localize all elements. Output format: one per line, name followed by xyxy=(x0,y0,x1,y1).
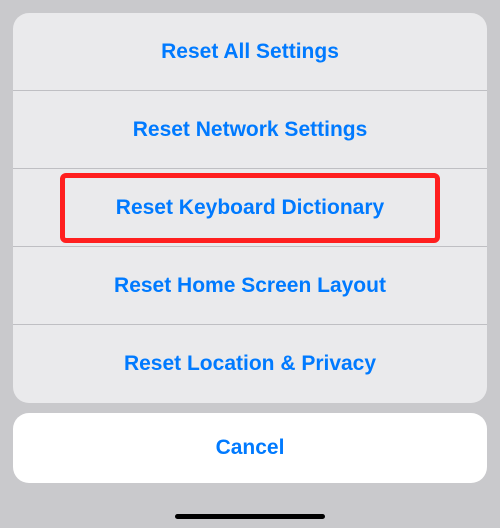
home-indicator[interactable] xyxy=(175,514,325,519)
highlighted-option-wrap: Reset Keyboard Dictionary xyxy=(13,169,487,247)
cancel-container: Cancel xyxy=(13,413,487,483)
reset-action-sheet: Reset All Settings Reset Network Setting… xyxy=(13,13,487,403)
option-label: Reset All Settings xyxy=(161,40,339,64)
reset-home-screen-layout-button[interactable]: Reset Home Screen Layout xyxy=(13,247,487,325)
cancel-label: Cancel xyxy=(216,436,285,460)
option-label: Reset Location & Privacy xyxy=(124,352,376,376)
reset-network-settings-button[interactable]: Reset Network Settings xyxy=(13,91,487,169)
option-label: Reset Home Screen Layout xyxy=(114,274,386,298)
reset-all-settings-button[interactable]: Reset All Settings xyxy=(13,13,487,91)
reset-location-privacy-button[interactable]: Reset Location & Privacy xyxy=(13,325,487,403)
reset-keyboard-dictionary-button[interactable]: Reset Keyboard Dictionary xyxy=(13,169,487,247)
option-label: Reset Network Settings xyxy=(133,118,368,142)
option-label: Reset Keyboard Dictionary xyxy=(116,196,384,220)
cancel-button[interactable]: Cancel xyxy=(13,413,487,483)
